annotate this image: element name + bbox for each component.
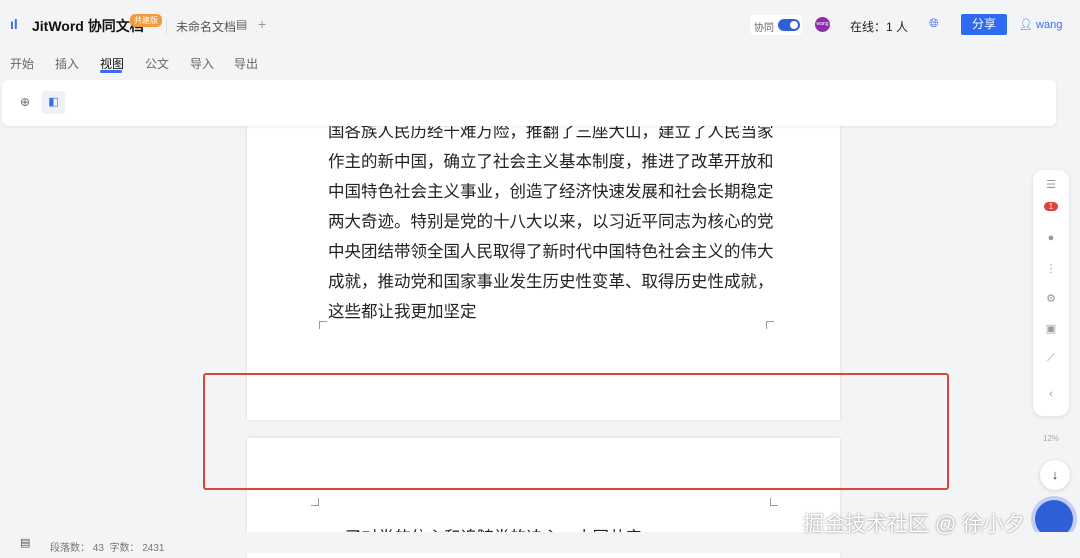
more-icon[interactable]: ⋮ xyxy=(1033,262,1069,275)
comment-icon[interactable]: 1 xyxy=(1033,200,1069,212)
right-sidebar: ☰ 1 ● ⋮ ⚙ ▣ ⟋ ‹ xyxy=(1033,170,1069,416)
paragraph-label: 段落数： xyxy=(50,543,90,554)
history-icon[interactable]: ● xyxy=(1033,232,1069,244)
comment-count-badge: 1 xyxy=(1043,202,1059,211)
collab-toggle-wrap: 协同 xyxy=(750,15,802,35)
margin-corner xyxy=(766,321,774,329)
doc-line: 成就，推动党和国家事业发生历史性变革、取得历史性成就， xyxy=(328,272,774,291)
doc-name[interactable]: 未命名文档 xyxy=(176,18,236,35)
word-value: 2431 xyxy=(142,543,165,554)
frame-icon[interactable]: ▣ xyxy=(1033,322,1069,335)
margin-corner xyxy=(770,498,778,506)
highlight-annotation-box xyxy=(203,373,949,490)
collab-label: 协同 xyxy=(754,23,774,34)
active-tab-indicator xyxy=(100,70,122,73)
margin-corner xyxy=(319,321,327,329)
globe-icon[interactable]: 🌐︎ xyxy=(929,16,939,31)
document-icon: ▤ xyxy=(20,537,31,549)
tab-start[interactable]: 开始 xyxy=(10,55,34,72)
scroll-progress: 12% xyxy=(1043,434,1060,443)
add-icon[interactable]: + xyxy=(258,16,266,32)
doc-line: 两大奇迹。特别是党的十八大以来，以习近平同志为核心的党 xyxy=(328,212,774,231)
doc-line: 这些都让我更加坚定 xyxy=(328,302,477,321)
tab-export[interactable]: 导出 xyxy=(234,55,258,72)
app-title: JitWord 协同文档 xyxy=(32,18,144,34)
avatar: wang xyxy=(815,17,830,32)
menu-icon[interactable]: ☰ xyxy=(1033,178,1069,191)
tab-insert[interactable]: 插入 xyxy=(55,55,79,72)
word-label: 字数： xyxy=(109,543,140,554)
paragraph-count: 段落数： 43 字数： 2431 xyxy=(50,539,165,554)
collapse-icon[interactable]: ‹ xyxy=(1033,388,1069,400)
toolbar: ⊕ ◧ xyxy=(2,80,1056,126)
logo-icon: ıl xyxy=(10,16,18,32)
doc-line: 作主的新中国，确立了社会主义基本制度，推进了改革开放和 xyxy=(328,152,774,171)
paragraph-value: 43 xyxy=(92,543,104,554)
online-count: 在线：1 人 xyxy=(850,20,909,34)
scroll-down-button[interactable]: ↓ xyxy=(1040,460,1070,490)
grid-view-icon[interactable]: ⊕ xyxy=(20,95,30,109)
divider xyxy=(166,18,167,34)
share-button[interactable]: 分享 xyxy=(961,14,1007,35)
page-view-icon[interactable]: ◧ xyxy=(42,91,65,114)
collab-toggle[interactable] xyxy=(778,19,800,31)
user-name: wang xyxy=(1036,19,1063,31)
doc-line: 中央团结带领全国人民取得了新时代中国特色社会主义的伟大 xyxy=(328,242,774,261)
top-bar: ıl JitWord 协同文档 共建版 未命名文档 ▤ + 协同 wang 在线… xyxy=(0,0,1080,44)
user-menu[interactable]: 👤︎ wang xyxy=(1019,18,1062,31)
tab-import[interactable]: 导入 xyxy=(190,55,214,72)
edition-badge: 共建版 xyxy=(130,14,162,27)
magic-wand-icon[interactable]: ⟋ xyxy=(1033,352,1069,365)
doc-line: 中国特色社会主义事业，创造了经济快速发展和社会长期稳定 xyxy=(328,182,774,201)
tab-official[interactable]: 公文 xyxy=(145,55,169,72)
settings-icon[interactable]: ⚙ xyxy=(1033,292,1069,305)
watermark: 掘金技术社区 @ 徐小夕 xyxy=(803,513,1025,536)
margin-corner xyxy=(311,498,319,506)
user-icon: 👤︎ xyxy=(1019,19,1037,31)
outline-icon[interactable]: ▤ xyxy=(236,17,247,31)
